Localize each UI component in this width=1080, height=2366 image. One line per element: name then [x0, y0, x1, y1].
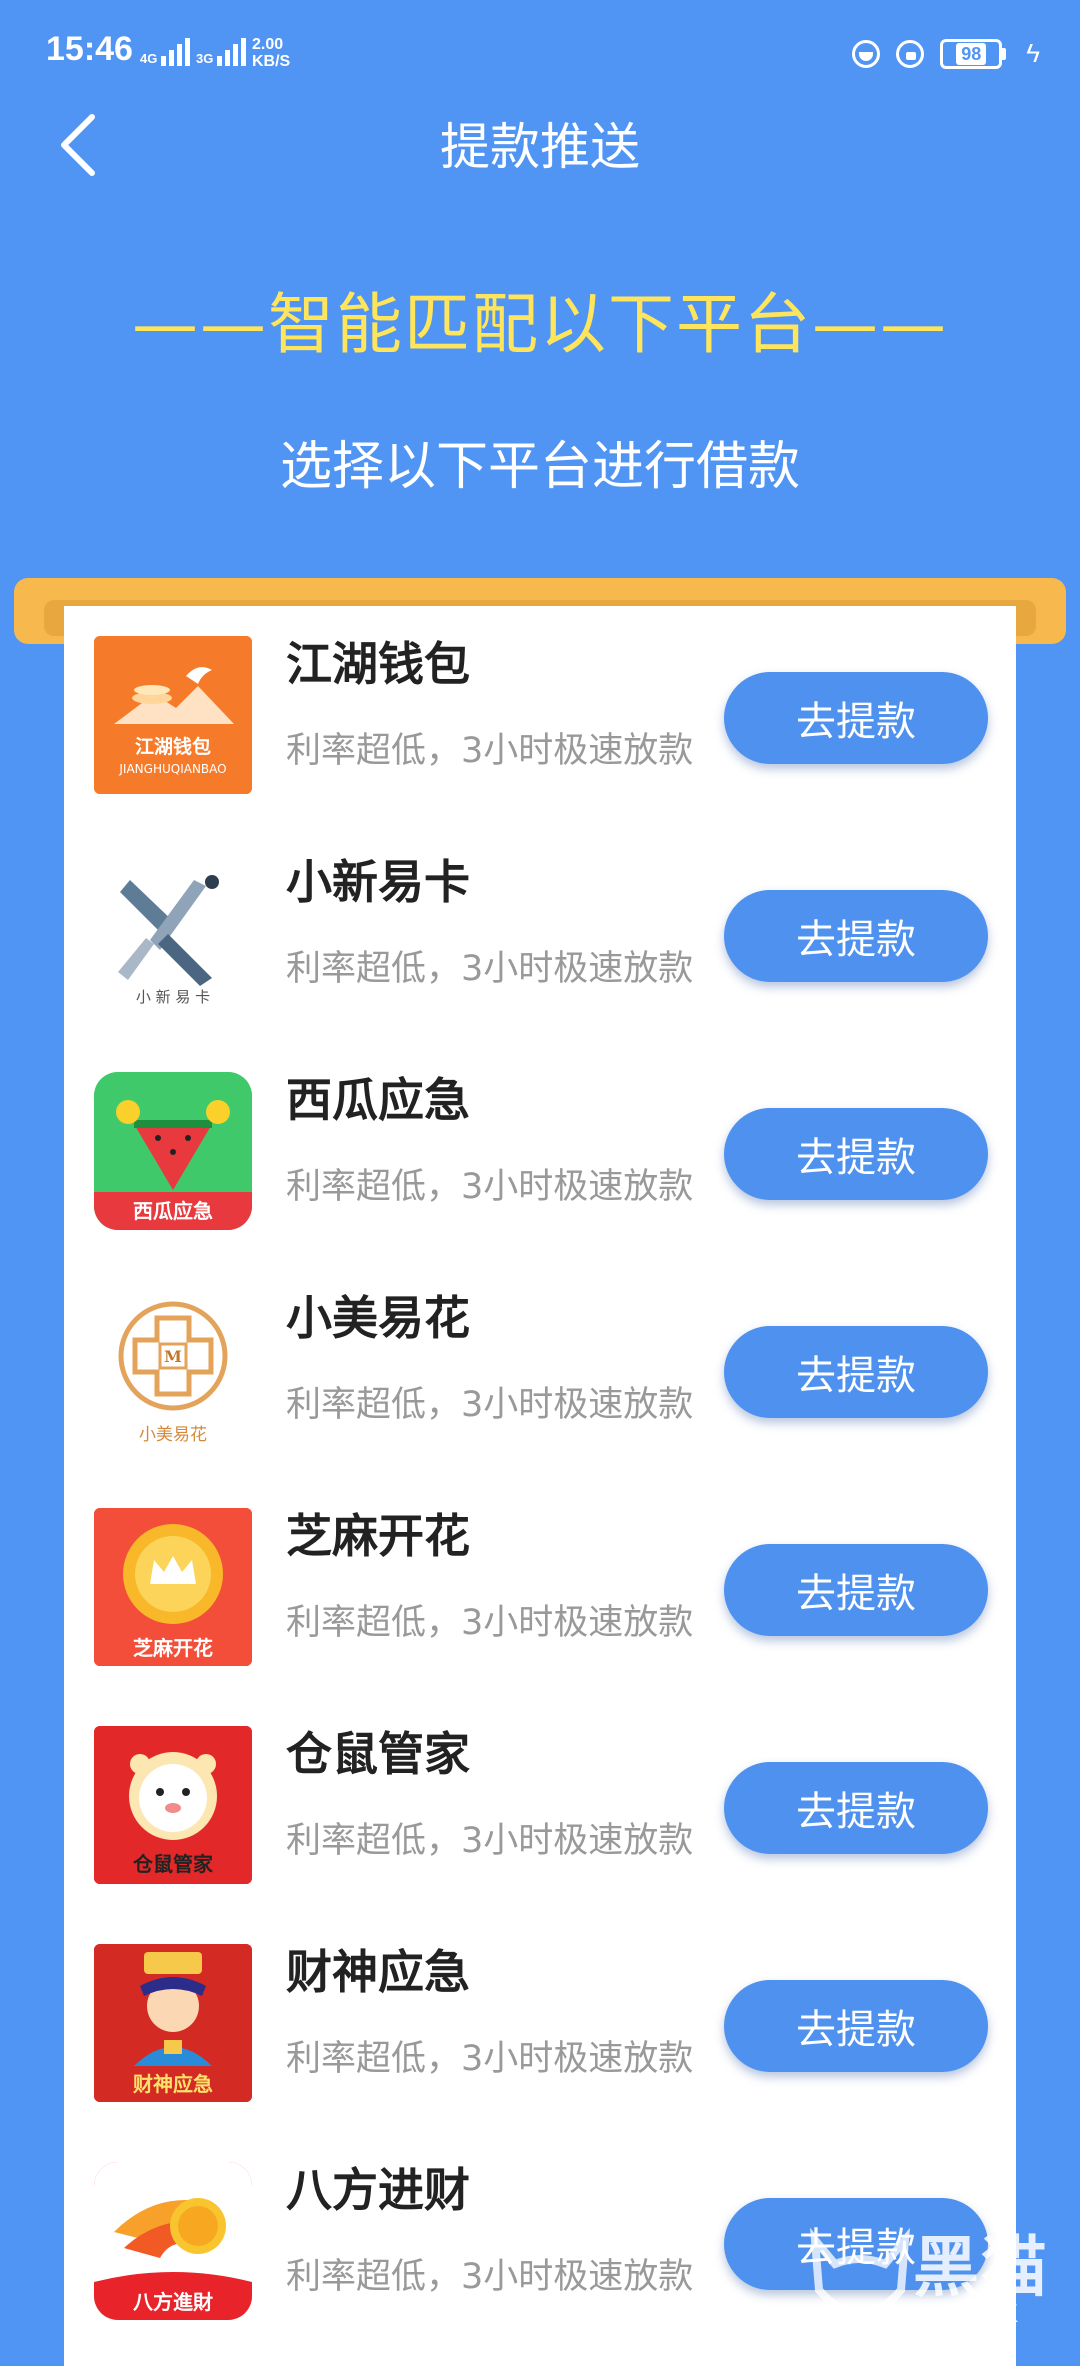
platform-desc: 利率超低，3小时极速放款	[286, 1385, 694, 1425]
list-item: 小 新 易 卡 小新易卡 利率超低，3小时极速放款 去提款	[64, 824, 1016, 1042]
network-type-1: 4G	[140, 51, 158, 66]
watermark-text: 黑猫	[913, 2229, 1049, 2306]
network-speed-unit: KB/S	[252, 53, 291, 70]
platform-desc: 利率超低，3小时极速放款	[286, 1821, 694, 1861]
platform-desc: 利率超低，3小时极速放款	[286, 2039, 694, 2079]
platform-desc: 利率超低，3小时极速放款	[286, 731, 694, 771]
network-type-2: 3G	[196, 51, 214, 66]
watermark-subtext: BLACK CAT	[917, 2300, 1021, 2356]
platform-name: 芝麻开花	[286, 1509, 470, 1563]
platform-list: 江湖钱包 JIANGHUQIANBAO 江湖钱包 利率超低，3小时极速放款 去提…	[64, 606, 1016, 2366]
xiaoxin-card-logo-text: 小 新 易 卡	[135, 988, 211, 1006]
platform-name: 财神应急	[286, 1945, 470, 1999]
jianghu-wallet-logo[interactable]: 江湖钱包 JIANGHUQIANBAO	[94, 636, 252, 794]
list-item: 西瓜应急 西瓜应急 利率超低，3小时极速放款 去提款	[64, 1042, 1016, 1260]
withdraw-button[interactable]: 去提款	[724, 1326, 988, 1418]
zhima-kaihua-logo-text: 芝麻开花	[133, 1636, 213, 1660]
xigua-emergency-logo-text: 西瓜应急	[94, 1192, 252, 1230]
headline: ——智能匹配以下平台——	[132, 286, 948, 363]
list-item: 财神应急 财神应急 利率超低，3小时极速放款 去提款	[64, 1914, 1016, 2132]
black-cat-watermark: 黑猫 BLACK CAT	[805, 2210, 1080, 2356]
jianghu-wallet-logo-text: 江湖钱包	[134, 736, 211, 758]
list-item: 仓鼠管家 仓鼠管家 利率超低，3小时极速放款 去提款	[64, 1696, 1016, 1914]
withdraw-button[interactable]: 去提款	[724, 1980, 988, 2072]
withdraw-button[interactable]: 去提款	[724, 1108, 988, 1200]
status-bar: 15:46 4G 3G 2.00 KB/S 98 ϟ	[0, 0, 1080, 110]
platform-desc: 利率超低，3小时极速放款	[286, 1167, 694, 1207]
cat-head-icon	[810, 2227, 910, 2318]
cangshu-guanjia-logo[interactable]: 仓鼠管家	[94, 1726, 252, 1884]
signal-icon-sim1: 4G	[140, 36, 191, 66]
withdraw-button[interactable]: 去提款	[724, 1762, 988, 1854]
xigua-emergency-logo[interactable]: 西瓜应急	[94, 1072, 252, 1230]
platform-name: 小美易花	[286, 1291, 470, 1345]
platform-desc: 利率超低，3小时极速放款	[286, 1603, 694, 1643]
list-item: 江湖钱包 JIANGHUQIANBAO 江湖钱包 利率超低，3小时极速放款 去提…	[64, 606, 1016, 824]
platform-name: 八方进财	[286, 2163, 470, 2217]
withdraw-button[interactable]: 去提款	[724, 1544, 988, 1636]
charging-icon: ϟ	[1026, 38, 1040, 68]
withdraw-button[interactable]: 去提款	[724, 672, 988, 764]
battery-icon: 98	[940, 38, 1007, 69]
battery-level: 98	[956, 42, 987, 65]
network-speed-value: 2.00	[252, 36, 284, 53]
caishen-emergency-logo-text: 财神应急	[133, 2072, 213, 2096]
network-speed: 2.00 KB/S	[252, 36, 290, 70]
platform-name: 西瓜应急	[286, 1073, 470, 1127]
xiaoxin-card-logo[interactable]: 小 新 易 卡	[94, 854, 252, 1012]
xiaomei-yihua-logo[interactable]: M 小美易花	[94, 1290, 252, 1448]
caishen-emergency-logo[interactable]: 财神应急	[94, 1944, 252, 2102]
list-item: M 小美易花 小美易花 利率超低，3小时极速放款 去提款	[64, 1260, 1016, 1478]
cangshu-guanjia-logo-text: 仓鼠管家	[133, 1852, 213, 1876]
xiaomei-yihua-logo-text: 小美易花	[139, 1425, 207, 1445]
do-not-disturb-icon	[852, 39, 881, 68]
platform-name: 小新易卡	[286, 855, 470, 909]
withdraw-button[interactable]: 去提款	[724, 890, 988, 982]
platform-desc: 利率超低，3小时极速放款	[286, 949, 694, 989]
status-time: 15:46	[46, 30, 133, 68]
svg-text:M: M	[164, 1347, 182, 1366]
bafang-jincai-logo-text: 八方進財	[133, 2290, 213, 2314]
rotation-lock-icon	[896, 39, 925, 68]
jianghu-wallet-logo-subtext: JIANGHUQIANBAO	[119, 762, 227, 776]
list-item: 芝麻开花 芝麻开花 利率超低，3小时极速放款 去提款	[64, 1478, 1016, 1696]
zhima-kaihua-logo[interactable]: 芝麻开花	[94, 1508, 252, 1666]
subheadline: 选择以下平台进行借款	[279, 437, 800, 497]
platform-name: 仓鼠管家	[286, 1727, 470, 1781]
platform-name: 江湖钱包	[286, 637, 470, 691]
page-title: 提款推送	[440, 118, 640, 176]
platform-desc: 利率超低，3小时极速放款	[286, 2257, 694, 2297]
signal-icon-sim2: 3G	[196, 36, 247, 66]
bafang-jincai-logo[interactable]: 八方進財	[94, 2162, 252, 2320]
